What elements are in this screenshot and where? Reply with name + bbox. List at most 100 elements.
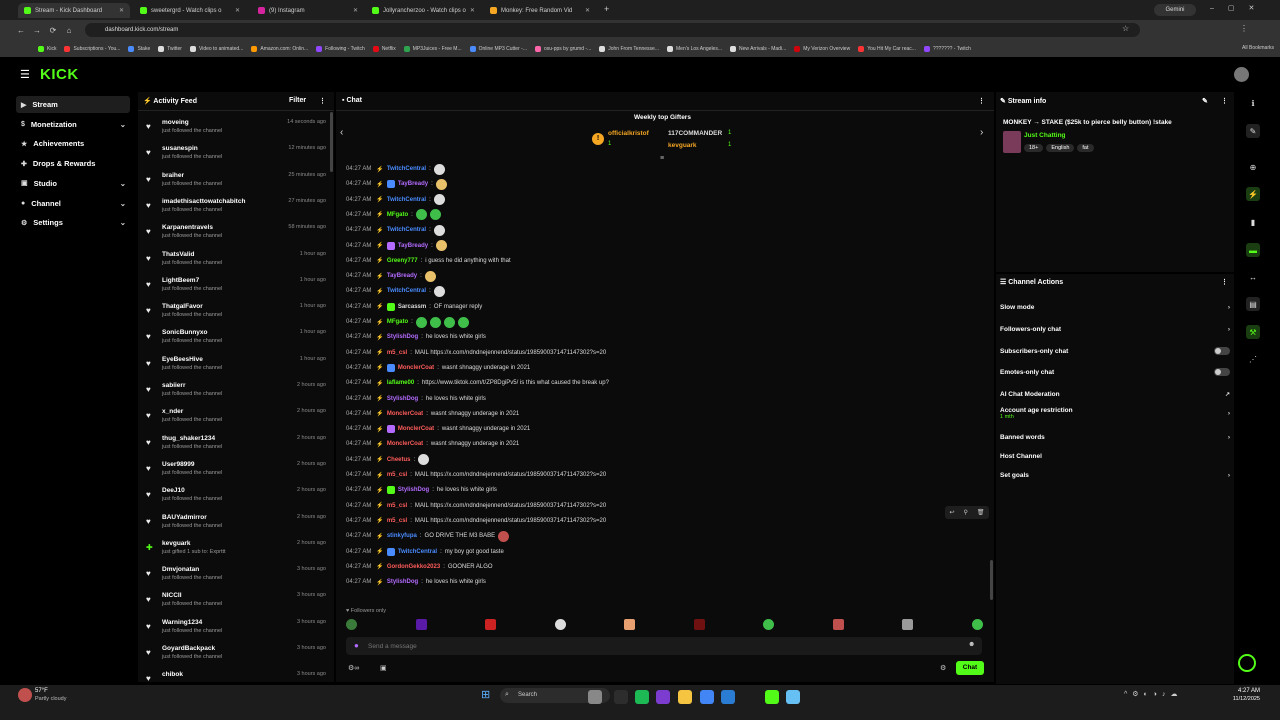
chevron-right-icon[interactable]: › [1228, 434, 1230, 441]
list-item[interactable]: ♥ braiher just followed the channel 25 minu… [146, 170, 326, 196]
settings-gear-icon[interactable]: ⚙ [940, 664, 946, 672]
emote-icon[interactable] [485, 619, 496, 630]
pin-icon[interactable]: ⚲ [963, 509, 967, 516]
trash-icon[interactable]: ▮ [1246, 215, 1260, 229]
edit-pencil-icon[interactable]: ✎ [1202, 97, 1208, 105]
stream-tag[interactable]: fat [1077, 144, 1094, 152]
chat-username[interactable]: StylishDog [398, 487, 429, 493]
chrome-icon[interactable] [700, 690, 714, 704]
avatar[interactable] [1234, 67, 1249, 82]
clock-time[interactable]: 4:27 AM [1232, 688, 1260, 694]
chat-message[interactable]: 04:27 AM ⚡ TwitchCentral: [346, 223, 986, 237]
mic-icon[interactable]: ● [354, 641, 359, 650]
list-item[interactable]: ♥ DeeJ10 just followed the channel 2 hours … [146, 485, 326, 511]
spotify-icon[interactable] [635, 690, 649, 704]
chevron-right-icon[interactable]: › [1228, 304, 1230, 311]
new-tab-button[interactable]: + [604, 4, 609, 14]
url-input[interactable]: dashboard.kick.com/stream [85, 23, 1140, 37]
info-icon[interactable]: ℹ [1246, 96, 1260, 110]
chat-username[interactable]: MFgato [387, 212, 408, 218]
list-item[interactable]: ♥ EyeBeesHive just followed the channel 1 h… [146, 354, 326, 380]
list-item[interactable]: ♥ x_nder just followed the channel 2 hours … [146, 406, 326, 432]
chat-message[interactable]: 04:27 AM ⚡ TwitchCentral: [346, 284, 986, 298]
bookmark-item[interactable]: MP3Juices - Free M... [403, 45, 462, 52]
gift-icon[interactable]: ▣ [380, 664, 387, 672]
chat-message[interactable]: 04:27 AM ⚡ MonclerCoat: wasnt shnaggy under… [346, 407, 986, 421]
bolt-icon[interactable]: ⚡ [1246, 187, 1260, 201]
support-icon[interactable] [1238, 654, 1256, 672]
bookmark-item[interactable]: Following - Twitch [316, 45, 365, 52]
edit-icon[interactable]: ✎ [1246, 124, 1260, 138]
layout-icon[interactable]: ▤ [1246, 297, 1260, 311]
bookmark-item[interactable]: My Verizon Overview [794, 45, 850, 52]
chat-message[interactable]: 04:27 AM ⚡ TwitchCentral: [346, 162, 986, 176]
chat-message[interactable]: 04:27 AM ⚡ Sarcassm: OF manager reply [346, 300, 986, 314]
chat-tools-icon[interactable]: ⚙∞ [348, 664, 359, 672]
follower-name[interactable]: Karpanentravels [162, 224, 213, 231]
forward-icon[interactable]: → [29, 26, 45, 35]
chat-username[interactable]: stinkyfupa [387, 533, 417, 539]
channel-action-set-goals[interactable]: Set goals › [1000, 468, 1230, 482]
list-item[interactable]: ♥ ThatgalFavor just followed the channel 1 … [146, 301, 326, 327]
toggle-switch[interactable] [1214, 368, 1230, 376]
sidebar-item-studio[interactable]: ▣ Studio ⌄ [16, 175, 130, 192]
system-tray[interactable]: ^⚙◐◑♪☁ [1124, 690, 1183, 698]
resize-icon[interactable]: ↔ [1246, 270, 1260, 284]
browser-tab[interactable]: Stream - Kick Dashboard ✕ [18, 3, 130, 18]
follower-name[interactable]: User98999 [162, 461, 195, 468]
chat-username[interactable]: TwitchCentral [387, 288, 426, 294]
emote-icon[interactable] [971, 619, 983, 630]
chat-username[interactable]: StylishDog [387, 396, 418, 402]
list-item[interactable]: ♥ BAUYadmirror just followed the channel 2 … [146, 512, 326, 538]
list-item[interactable]: ♥ LightBeem7 just followed the channel 1 ho… [146, 275, 326, 301]
bookmark-item[interactable]: Men's Los Angeles... [667, 45, 722, 52]
bookmark-item[interactable]: Kick [38, 45, 56, 52]
follower-name[interactable]: DeeJ10 [162, 487, 185, 494]
list-item[interactable]: ♥ Dmvjonatan just followed the channel 3 ho… [146, 564, 326, 590]
menu-dots-icon[interactable]: ⋮ [1221, 278, 1228, 286]
chat-username[interactable]: StylishDog [387, 334, 418, 340]
photos-icon[interactable] [721, 690, 735, 704]
channel-action-ai-chat-moderation[interactable]: AI Chat Moderation ↗ [1000, 387, 1230, 401]
emote-icon[interactable] [554, 619, 566, 630]
chat-message-input[interactable] [368, 640, 948, 652]
close-icon[interactable]: ✕ [585, 7, 590, 14]
external-link-icon[interactable]: ↗ [1225, 391, 1230, 398]
bookmark-item[interactable]: Subscriptions - You... [64, 45, 120, 52]
chat-username[interactable]: Greeny777 [387, 258, 418, 264]
follower-name[interactable]: imadethisacttowatchabitch [162, 198, 245, 205]
bookmark-item[interactable]: osu-pps by grumd -... [534, 45, 591, 52]
chat-username[interactable]: m5_csl [387, 350, 407, 356]
bookmark-item[interactable]: You Hit My Car reac... [858, 45, 916, 52]
chat-icon[interactable]: ▬ [1246, 243, 1260, 257]
follower-name[interactable]: EyeBeesHive [162, 356, 203, 363]
hamburger-menu-icon[interactable]: ☰ [20, 68, 30, 81]
list-item[interactable]: ♥ thug_shaker1234 just followed the channe… [146, 433, 326, 459]
chat-username[interactable]: TwitchCentral [387, 197, 426, 203]
all-bookmarks-button[interactable]: All Bookmarks [1242, 45, 1274, 51]
chat-username[interactable]: TayBready [398, 243, 428, 249]
chat-message[interactable]: 04:27 AM ⚡ StylishDog: he loves his white g… [346, 330, 986, 344]
files-icon[interactable] [614, 690, 628, 704]
bookmark-item[interactable]: New Arrivals - Madi... [730, 45, 786, 52]
list-item[interactable]: ♥ imadethisacttowatchabitch just followed … [146, 196, 326, 222]
chevron-right-icon[interactable]: › [1228, 410, 1230, 417]
list-item[interactable]: ♥ susanespin just followed the channel 12 m… [146, 143, 326, 169]
bookmark-item[interactable]: John From Tennesse... [599, 45, 659, 52]
chat-message[interactable]: 04:27 AM ⚡ MonclerCoat: wasnt shnaggy under… [346, 422, 986, 436]
chat-message[interactable]: 04:27 AM ⚡ Greeny777: i guess he did anythi… [346, 254, 986, 268]
chat-username[interactable]: laflame00 [387, 380, 414, 386]
chat-message[interactable]: 04:27 AM ⚡ MFgato: [346, 315, 986, 329]
follower-name[interactable]: ThatgalFavor [162, 303, 203, 310]
emote-icon[interactable] [902, 619, 913, 630]
close-icon[interactable]: ✕ [470, 7, 475, 14]
window-controls[interactable]: –▢✕ [1210, 4, 1268, 12]
browser-tab[interactable]: sweetergrd - Watch clips o ✕ [134, 3, 246, 18]
reload-icon[interactable]: ⟳ [45, 26, 61, 35]
chat-username[interactable]: MFgato [387, 319, 408, 325]
channel-action-emotes-only-chat[interactable]: Emotes-only chat [1000, 365, 1230, 379]
follower-name[interactable]: susanespin [162, 145, 198, 152]
browser-tab[interactable]: (9) Instagram ✕ [252, 3, 364, 18]
follower-name[interactable]: moveing [162, 119, 189, 126]
chat-message[interactable]: 04:27 AM ⚡ StylishDog: he loves his white g… [346, 392, 986, 406]
